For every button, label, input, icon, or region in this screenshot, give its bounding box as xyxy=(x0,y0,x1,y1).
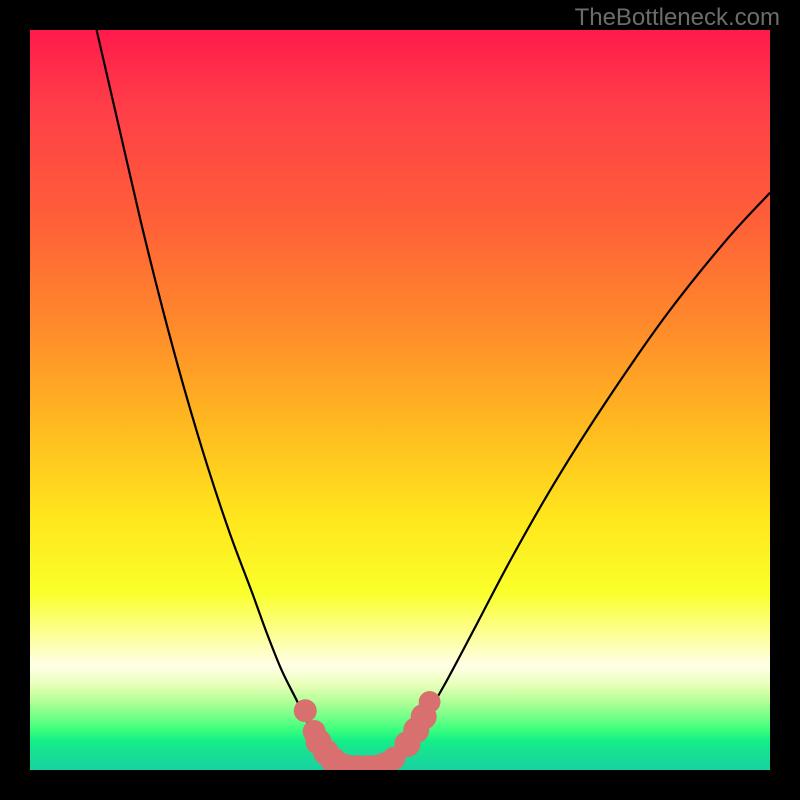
data-marker xyxy=(294,699,317,722)
data-markers xyxy=(294,691,441,770)
chart-svg xyxy=(30,30,770,770)
watermark-text: TheBottleneck.com xyxy=(575,4,780,32)
bottleneck-curve xyxy=(97,30,770,768)
data-marker xyxy=(419,691,441,713)
chart-frame: TheBottleneck.com xyxy=(0,0,800,800)
curve-right-curve xyxy=(382,193,771,768)
curve-left-curve xyxy=(97,30,345,768)
plot-area xyxy=(30,30,770,770)
